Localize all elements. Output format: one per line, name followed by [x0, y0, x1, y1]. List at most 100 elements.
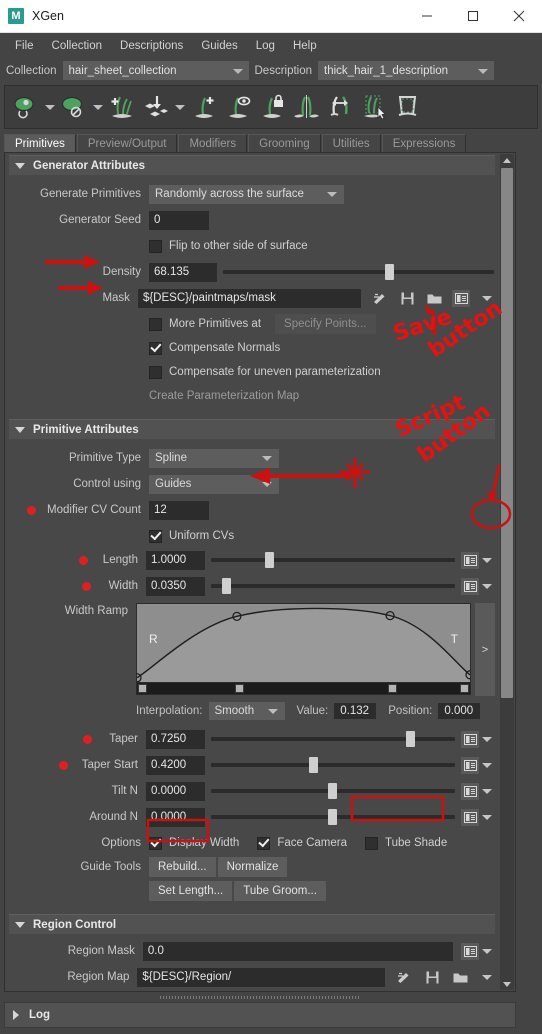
- script-editor-icon[interactable]: [395, 969, 413, 986]
- interpolation-dropdown[interactable]: Smooth: [208, 702, 285, 720]
- save-icon[interactable]: [423, 969, 441, 986]
- scroll-up-icon[interactable]: [500, 154, 514, 166]
- region-map-input[interactable]: ${DESC}/Region/: [137, 967, 385, 987]
- taper-start-dropdown-button[interactable]: [479, 757, 495, 774]
- more-primitives-checkbox[interactable]: More Primitives at: [149, 314, 261, 334]
- generate-primitives-dropdown[interactable]: Randomly across the surface: [149, 184, 344, 204]
- normalize-button[interactable]: Normalize: [217, 857, 288, 877]
- ramp-expand-button[interactable]: >: [475, 603, 495, 696]
- show-guide-icon[interactable]: [221, 88, 255, 126]
- preview-disable-dropdown[interactable]: [91, 88, 105, 126]
- density-input[interactable]: 68.135: [149, 262, 217, 282]
- width-ramp-graph[interactable]: R T: [136, 603, 471, 683]
- place-guides-dropdown[interactable]: [173, 88, 187, 126]
- minimize-button[interactable]: [404, 0, 450, 32]
- uniform-cvs-checkbox[interactable]: Uniform CVs: [149, 526, 234, 546]
- region-mask-dropdown-button[interactable]: [479, 943, 495, 960]
- tab-grooming[interactable]: Grooming: [248, 134, 321, 153]
- width-dropdown-button[interactable]: [479, 578, 495, 595]
- region-map-dropdown-button[interactable]: [479, 969, 495, 986]
- ramp-key-marker[interactable]: [460, 684, 469, 693]
- compensate-uneven-checkbox[interactable]: Compensate for uneven parameterization: [149, 362, 381, 382]
- tab-modifiers[interactable]: Modifiers: [178, 134, 248, 153]
- slider-thumb[interactable]: [405, 731, 415, 747]
- set-length-button[interactable]: Set Length...: [149, 881, 233, 901]
- primitive-type-dropdown[interactable]: Spline: [149, 448, 279, 468]
- around-n-expression-icon[interactable]: [461, 808, 479, 826]
- scroll-down-icon[interactable]: [500, 978, 514, 990]
- slider-thumb[interactable]: [264, 552, 274, 568]
- maximize-button[interactable]: [450, 0, 496, 32]
- ramp-value-input[interactable]: 0.132: [334, 703, 377, 719]
- mirror-guides-icon[interactable]: [289, 88, 323, 126]
- tube-shade-checkbox[interactable]: Tube Shade: [364, 833, 447, 853]
- panel-splitter[interactable]: [4, 994, 516, 1001]
- generator-seed-input[interactable]: 0: [149, 210, 209, 230]
- menu-collection[interactable]: Collection: [43, 37, 112, 55]
- folder-open-icon[interactable]: [425, 290, 443, 307]
- flip-surface-checkbox[interactable]: Flip to other side of surface: [149, 236, 308, 256]
- face-camera-checkbox[interactable]: Face Camera: [257, 833, 347, 853]
- slider-thumb[interactable]: [328, 809, 338, 825]
- place-guides-icon[interactable]: [139, 88, 173, 126]
- region-mask-input[interactable]: 0.0: [142, 941, 453, 961]
- tilt-n-dropdown-button[interactable]: [479, 783, 495, 800]
- menu-log[interactable]: Log: [247, 37, 284, 55]
- taper-start-slider[interactable]: [210, 756, 455, 775]
- close-button[interactable]: [496, 0, 542, 32]
- rebuild-button[interactable]: Rebuild...: [149, 857, 216, 877]
- panel-scrollbar[interactable]: [500, 154, 514, 990]
- slider-thumb[interactable]: [328, 783, 338, 799]
- tilt-n-input[interactable]: 0.0000: [145, 781, 205, 801]
- ramp-position-input[interactable]: 0.000: [438, 703, 481, 719]
- taper-slider[interactable]: [210, 730, 455, 749]
- taper-start-expression-icon[interactable]: [461, 756, 479, 774]
- section-generator-attributes[interactable]: Generator Attributes: [9, 155, 495, 175]
- taper-dropdown-button[interactable]: [479, 731, 495, 748]
- lock-guide-icon[interactable]: [255, 88, 289, 126]
- menu-file[interactable]: File: [6, 37, 43, 55]
- tab-utilities[interactable]: Utilities: [321, 134, 381, 153]
- ramp-key-marker[interactable]: [235, 684, 244, 693]
- length-input[interactable]: 1.0000: [145, 550, 205, 570]
- section-region-control[interactable]: Region Control: [9, 914, 495, 934]
- region-box-icon[interactable]: [391, 88, 425, 126]
- add-guide-icon[interactable]: [187, 88, 221, 126]
- ramp-key-strip[interactable]: [136, 683, 471, 695]
- slider-thumb[interactable]: [222, 578, 232, 594]
- flip-guides-icon[interactable]: [323, 88, 357, 126]
- tab-expressions[interactable]: Expressions: [381, 134, 467, 153]
- section-log[interactable]: Log: [4, 1002, 516, 1028]
- menu-descriptions[interactable]: Descriptions: [111, 37, 192, 55]
- tilt-n-expression-icon[interactable]: [461, 782, 479, 800]
- preview-refresh-dropdown[interactable]: [43, 88, 57, 126]
- around-n-input[interactable]: 0.0000: [145, 807, 205, 827]
- specify-points-button[interactable]: Specify Points...: [275, 314, 376, 334]
- add-guides-icon[interactable]: [105, 88, 139, 126]
- mask-input[interactable]: ${DESC}/paintmaps/mask: [137, 288, 361, 308]
- tube-groom-button[interactable]: Tube Groom...: [234, 881, 326, 901]
- taper-expression-icon[interactable]: [461, 730, 479, 748]
- width-input[interactable]: 0.0350: [145, 576, 205, 596]
- tilt-n-slider[interactable]: [210, 782, 455, 801]
- folder-open-icon[interactable]: [451, 969, 469, 986]
- taper-start-input[interactable]: 0.4200: [145, 755, 205, 775]
- width-expression-icon[interactable]: [461, 577, 479, 595]
- compensate-normals-checkbox[interactable]: Compensate Normals: [149, 338, 280, 358]
- menu-guides[interactable]: Guides: [192, 37, 246, 55]
- tab-preview-output[interactable]: Preview/Output: [76, 134, 178, 153]
- script-editor-icon[interactable]: [371, 290, 389, 307]
- length-dropdown-button[interactable]: [479, 552, 495, 569]
- slider-thumb[interactable]: [309, 757, 319, 773]
- width-slider[interactable]: [210, 577, 455, 596]
- collection-dropdown[interactable]: hair_sheet_collection: [62, 61, 249, 80]
- save-icon[interactable]: [398, 290, 416, 307]
- scrollbar-thumb[interactable]: [501, 168, 513, 698]
- expression-icon[interactable]: [452, 289, 470, 307]
- ramp-key-marker[interactable]: [388, 684, 397, 693]
- description-dropdown[interactable]: thick_hair_1_description: [318, 61, 495, 80]
- preview-disable-icon[interactable]: [57, 88, 91, 126]
- slider-thumb[interactable]: [385, 264, 395, 280]
- create-parameterization-map-link[interactable]: Create Parameterization Map: [149, 390, 299, 402]
- region-mask-expression-icon[interactable]: [461, 942, 479, 960]
